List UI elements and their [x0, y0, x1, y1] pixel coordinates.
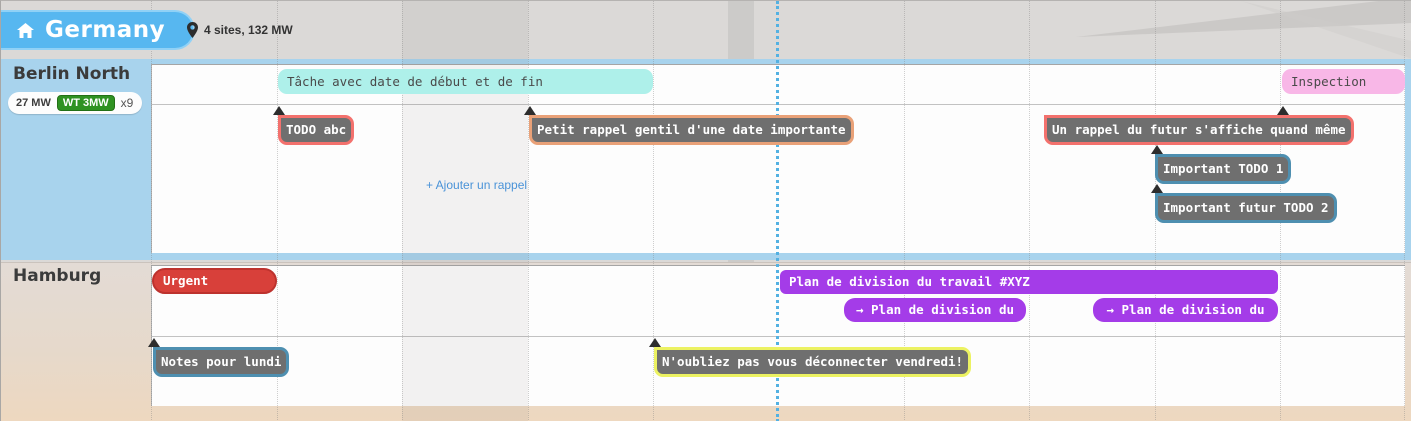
date-marker-icon	[1151, 184, 1163, 193]
task-bar-start-end[interactable]: Tâche avec date de début et de fin	[278, 69, 653, 94]
reminder-todo-abc[interactable]: TODO abc	[278, 115, 354, 145]
reminder-petit-rappel[interactable]: Petit rappel gentil d'une date important…	[529, 115, 854, 145]
task-bar-urgent[interactable]: Urgent	[152, 268, 277, 294]
capacity-label: 27 MW	[16, 97, 51, 109]
row-separator	[152, 336, 1405, 337]
task-bar-inspection[interactable]: Inspection	[1282, 69, 1405, 94]
row-separator	[152, 104, 1405, 105]
location-pin-icon	[187, 22, 198, 38]
site-timeline-page: Germany 4 sites, 132 MW Berlin North 27 …	[0, 0, 1411, 421]
home-icon	[17, 23, 34, 38]
date-marker-icon	[1151, 145, 1163, 154]
reminder-important-todo-2[interactable]: Important futur TODO 2	[1155, 193, 1337, 223]
date-marker-icon	[148, 338, 160, 347]
site-name-hamburg[interactable]: Hamburg	[13, 266, 101, 286]
reminder-deconnecter[interactable]: N'oubliez pas vous déconnecter vendredi!	[654, 347, 971, 377]
turbine-count-label: x9	[121, 96, 134, 110]
task-bar-plan-division-sub-1[interactable]: → Plan de division du	[844, 298, 1026, 322]
reminder-futur[interactable]: Un rappel du futur s'affiche quand même	[1044, 115, 1354, 145]
date-marker-icon	[649, 338, 661, 347]
portfolio-summary: 4 sites, 132 MW	[187, 22, 293, 38]
date-marker-icon	[273, 106, 285, 115]
sites-capacity-label: 4 sites, 132 MW	[204, 23, 293, 37]
task-bar-plan-division[interactable]: Plan de division du travail #XYZ	[780, 270, 1278, 294]
task-bar-plan-division-sub-2[interactable]: → Plan de division du	[1093, 298, 1278, 322]
portfolio-title: Germany	[45, 17, 165, 43]
reminder-notes-lundi[interactable]: Notes pour lundi	[153, 347, 289, 377]
site-capacity-badge-group: 27 MW WT 3MW x9	[8, 92, 142, 114]
date-marker-icon	[1277, 106, 1289, 115]
portfolio-title-pill[interactable]: Germany	[1, 10, 195, 50]
date-marker-icon	[524, 106, 536, 115]
turbine-type-badge: WT 3MW	[57, 95, 115, 111]
site-name-berlin-north[interactable]: Berlin North	[13, 64, 130, 84]
add-reminder-link[interactable]: + Ajouter un rappel	[426, 178, 527, 192]
reminder-important-todo-1[interactable]: Important TODO 1	[1155, 154, 1291, 184]
